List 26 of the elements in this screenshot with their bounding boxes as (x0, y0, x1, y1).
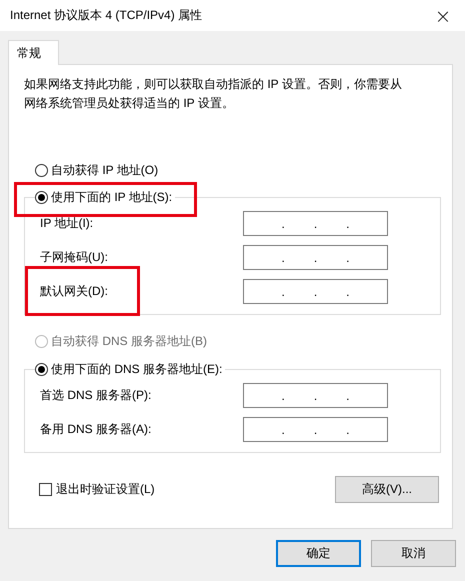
field-label: 首选 DNS 服务器(P): (40, 387, 152, 404)
ip-address-field[interactable]: . . . (243, 383, 388, 408)
ip-address-field[interactable]: . . . (243, 245, 388, 270)
radio-label: 自动获得 IP 地址(O) (51, 162, 158, 178)
ip-address-field[interactable]: . . . (243, 211, 388, 236)
tab[interactable]: 常规 (8, 40, 59, 65)
radio-button[interactable] (35, 164, 48, 176)
checkbox-label: 退出时验证设置(L) (56, 481, 155, 498)
window-title: Internet 协议版本 4 (TCP/IPv4) 属性 (10, 7, 202, 24)
field-label: 默认网关(D): (40, 283, 109, 300)
description-text: 如果网络支持此功能，则可以获取自动指派的 IP 设置。否则，你需要从网络系统管理员处获得适当的 IP 设置。 (24, 76, 403, 112)
ip-address-field[interactable]: . . . (243, 417, 388, 442)
field-label: IP 地址(I): (40, 215, 94, 232)
checkbox[interactable] (39, 483, 52, 496)
advanced-button[interactable]: 高级(V)... (335, 476, 439, 503)
field-label: 子网掩码(U): (40, 249, 109, 266)
dialog-button[interactable]: 确定 (276, 540, 361, 567)
dialog-button[interactable]: 取消 (371, 540, 456, 567)
close-button[interactable]: × (433, 6, 453, 26)
radio-button[interactable] (35, 362, 48, 376)
radio-label: 自动获得 DNS 服务器地址(B) (51, 332, 207, 350)
field-label: 备用 DNS 服务器(A): (40, 421, 152, 438)
radio-label: 使用下面的 DNS 服务器地址(E): (51, 360, 222, 378)
radio-button[interactable] (35, 190, 48, 204)
ip-address-field[interactable]: . . . (243, 279, 388, 304)
radio-label: 使用下面的 IP 地址(S): (51, 188, 172, 206)
